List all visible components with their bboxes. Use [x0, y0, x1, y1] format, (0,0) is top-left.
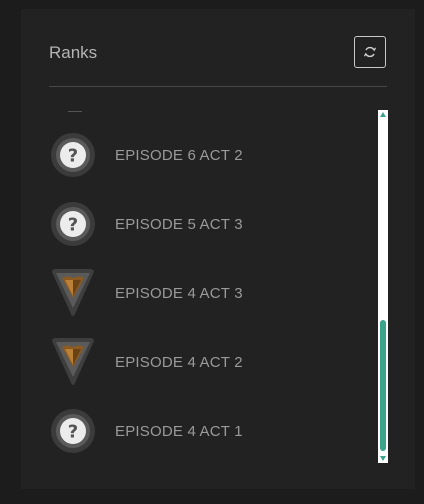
ranks-panel: Ranks ? EPISODE 6 ACT 2 ? EPISODE 5 ACT …	[21, 9, 415, 489]
scrollbar[interactable]	[378, 110, 388, 463]
unranked-question-icon: ?	[49, 200, 97, 248]
svg-text:?: ?	[68, 422, 78, 443]
unranked-question-icon: ?	[49, 131, 97, 179]
svg-text:?: ?	[68, 215, 78, 236]
rank-label: EPISODE 6 ACT 2	[115, 146, 243, 164]
rank-item-episode-6-act-2: ? EPISODE 6 ACT 2	[49, 127, 369, 183]
refresh-button[interactable]	[354, 36, 386, 68]
page-title: Ranks	[49, 43, 98, 62]
rank-label: EPISODE 4 ACT 3	[115, 284, 243, 302]
scroll-down-arrow-icon[interactable]	[380, 456, 386, 461]
scrollbar-thumb[interactable]	[380, 320, 386, 451]
svg-text:?: ?	[68, 146, 78, 167]
bronze-rank-icon	[49, 269, 97, 317]
scroll-up-arrow-icon[interactable]	[380, 112, 386, 117]
rank-item-episode-4-act-2: EPISODE 4 ACT 2	[49, 334, 369, 390]
rank-label: EPISODE 5 ACT 3	[115, 215, 243, 233]
bronze-rank-icon	[49, 338, 97, 386]
unranked-question-icon: ?	[49, 407, 97, 455]
rank-label: EPISODE 4 ACT 1	[115, 422, 243, 440]
rank-label: EPISODE 4 ACT 2	[115, 353, 243, 371]
ranks-list: ? EPISODE 6 ACT 2 ? EPISODE 5 ACT 3 EPIS…	[49, 107, 369, 463]
refresh-icon	[363, 46, 377, 58]
rank-item-episode-4-act-3: EPISODE 4 ACT 3	[49, 265, 369, 321]
rank-item-episode-5-act-3: ? EPISODE 5 ACT 3	[49, 196, 369, 252]
rank-item-episode-4-act-1: ? EPISODE 4 ACT 1	[49, 403, 369, 459]
header-divider	[49, 86, 387, 87]
partial-item-stub	[68, 111, 82, 112]
